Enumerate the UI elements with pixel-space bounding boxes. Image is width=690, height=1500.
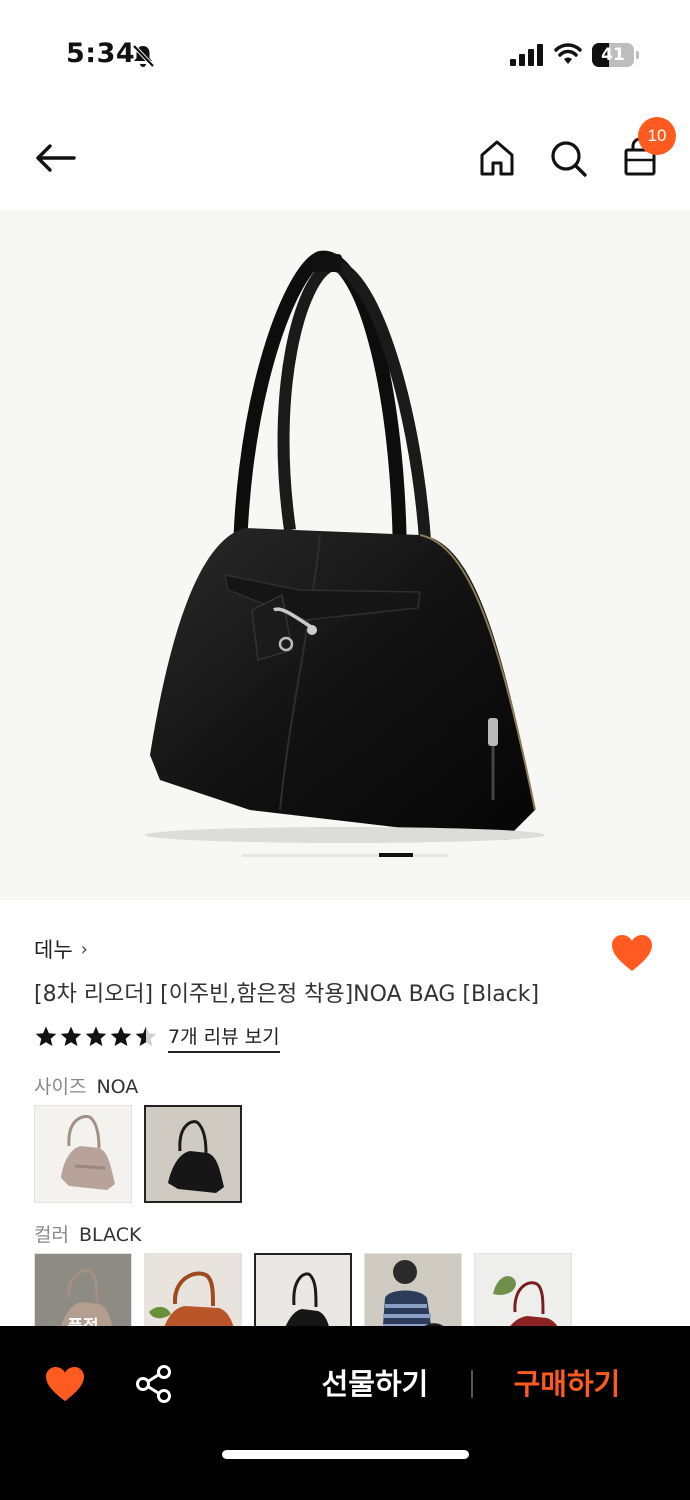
wifi-icon: [554, 43, 582, 64]
wishlist-button[interactable]: [44, 1366, 86, 1404]
image-pager-active: [379, 853, 414, 857]
share-button[interactable]: [134, 1364, 174, 1404]
wishlist-toggle-button[interactable]: [610, 934, 654, 974]
bell-slash-icon: [132, 44, 155, 68]
image-pager: [242, 853, 448, 857]
search-icon: [551, 141, 587, 177]
arrow-left-icon: [36, 144, 76, 172]
review-link[interactable]: 7개 리뷰 보기: [168, 1022, 280, 1053]
heart-icon: [46, 1366, 84, 1402]
brand-name: 데누: [34, 938, 73, 962]
rating-stars: [34, 1025, 158, 1049]
color-value: BLACK: [78, 1224, 142, 1246]
star-icon: [85, 1026, 107, 1046]
product-title: [8차 리오더] [이주빈,함은정 착용]NOA BAG [Black]: [34, 982, 540, 1007]
divider: [471, 1370, 473, 1398]
status-bar: 5:34 41: [0, 0, 690, 110]
gift-button[interactable]: 선물하기: [300, 1362, 450, 1406]
size-option-label: 사이즈 NOA: [34, 1072, 138, 1099]
cart-count-badge: 10: [638, 117, 676, 155]
share-icon: [136, 1365, 171, 1403]
brand-link[interactable]: 데누 ›: [34, 934, 88, 964]
buy-button[interactable]: 구매하기: [492, 1362, 642, 1406]
bottom-action-bar: 선물하기 구매하기: [0, 1326, 690, 1500]
taupe-bag-thumbnail: [61, 1114, 115, 1190]
color-label-text: 컬러: [34, 1224, 69, 1246]
rating-row: 7개 리뷰 보기: [34, 1022, 280, 1053]
search-button[interactable]: [546, 136, 590, 180]
size-thumb-black[interactable]: [144, 1105, 242, 1203]
size-label-text: 사이즈: [34, 1076, 87, 1098]
color-option-label: 컬러 BLACK: [34, 1220, 141, 1247]
battery-icon: 41: [592, 43, 640, 67]
black-bag-thumbnail: [168, 1120, 224, 1193]
back-button[interactable]: [30, 136, 80, 180]
status-time: 5:34: [66, 38, 136, 69]
product-image-carousel[interactable]: [0, 210, 690, 900]
battery-percent: 41: [601, 45, 625, 65]
size-value: NOA: [96, 1076, 139, 1098]
chevron-right-icon: ›: [80, 938, 88, 960]
star-icon: [60, 1026, 82, 1046]
heart-filled-icon: [612, 935, 652, 971]
product-photo-black-bag: [145, 250, 545, 843]
home-button[interactable]: [475, 136, 519, 180]
header: [0, 110, 690, 210]
star-icon: [135, 1026, 157, 1046]
size-thumb-taupe[interactable]: [34, 1105, 132, 1203]
star-icon: [35, 1026, 57, 1046]
home-icon: [480, 140, 514, 176]
home-indicator: [222, 1450, 469, 1459]
star-icon: [110, 1026, 132, 1046]
cellular-signal-icon: [510, 44, 543, 66]
